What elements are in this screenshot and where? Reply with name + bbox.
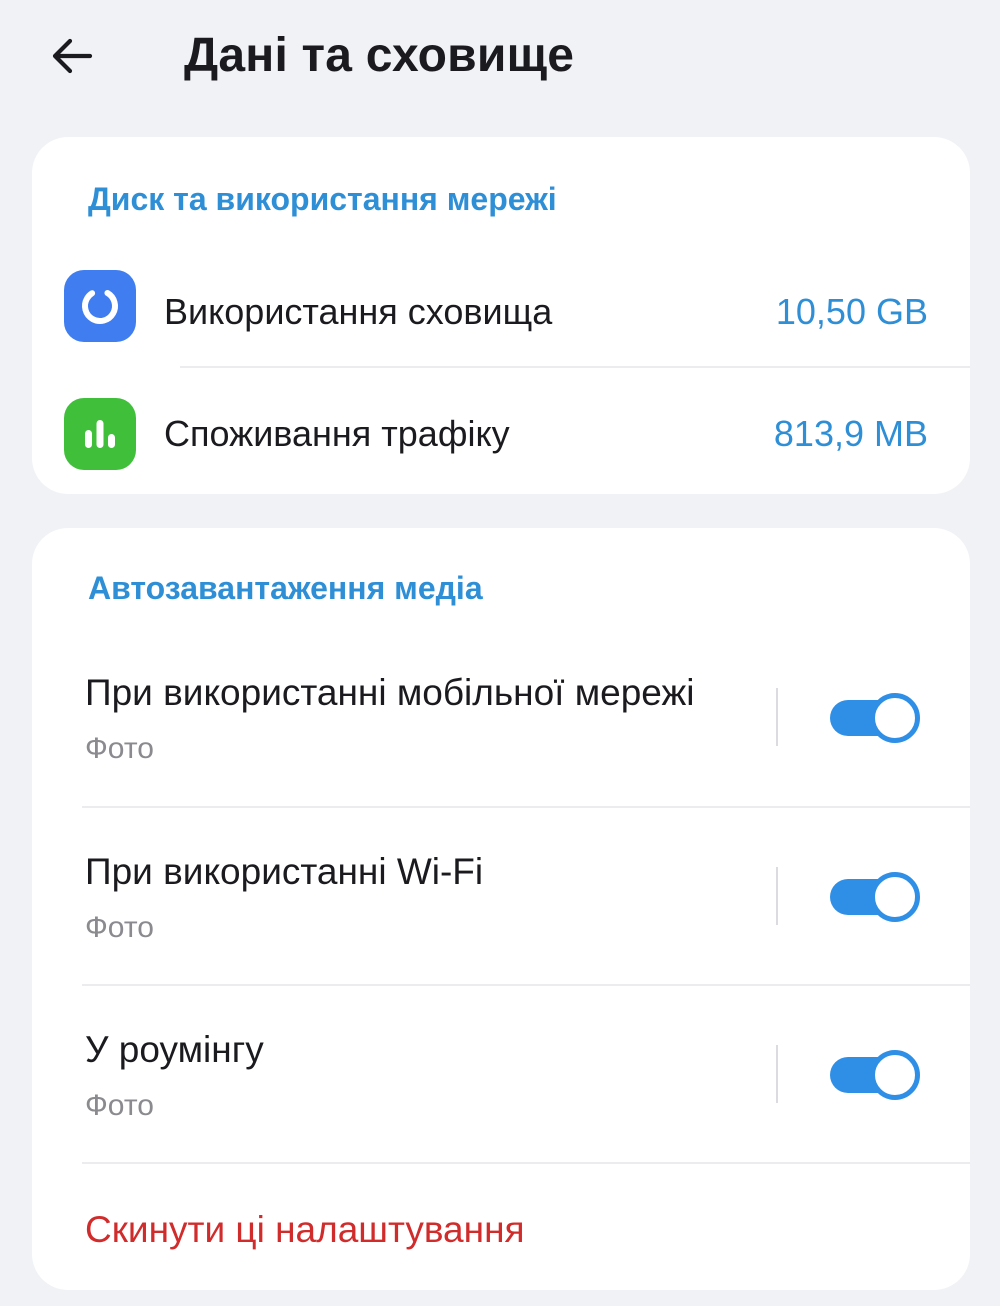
traffic-usage-row[interactable]: Споживання трафіку 813,9 MB	[32, 377, 970, 487]
vertical-separator	[776, 688, 778, 746]
storage-usage-row[interactable]: Використання сховища 10,50 GB	[32, 257, 970, 367]
arrow-back-icon	[52, 38, 93, 74]
reset-settings-button[interactable]: Скинути ці налаштування	[85, 1207, 525, 1253]
vertical-separator	[776, 1045, 778, 1103]
autodownload-roaming-switch[interactable]	[830, 1050, 920, 1100]
switch-knob	[870, 1050, 920, 1100]
autodownload-wifi-subtitle: Фото	[85, 911, 154, 944]
section-title-storage: Диск та використання мережі	[88, 181, 557, 217]
autodownload-wifi-title: При використанні Wi-Fi	[85, 851, 484, 892]
autodownload-roaming-title: У роумінгу	[85, 1029, 264, 1070]
vertical-separator	[776, 867, 778, 925]
bar-chart-icon	[64, 398, 136, 470]
storage-usage-value: 10,50 GB	[775, 291, 928, 332]
autodownload-mobile-switch[interactable]	[830, 693, 920, 743]
autodownload-mobile-subtitle: Фото	[85, 732, 154, 765]
top-app-bar: Дані та сховище	[0, 0, 1000, 120]
section-title-media: Автозавантаження медіа	[88, 570, 483, 606]
divider	[82, 1162, 970, 1164]
autodownload-roaming-subtitle: Фото	[85, 1089, 154, 1122]
switch-knob	[870, 872, 920, 922]
divider	[180, 366, 970, 368]
autodownload-wifi-switch[interactable]	[830, 872, 920, 922]
traffic-usage-label: Споживання трафіку	[164, 413, 510, 454]
storage-pie-icon	[64, 270, 136, 342]
storage-network-card: Диск та використання мережі Використання…	[32, 137, 970, 494]
autodownload-mobile-row[interactable]: При використанні мобільної мережі Фото	[32, 628, 970, 806]
autodownload-wifi-row[interactable]: При використанні Wi-Fi Фото	[32, 807, 970, 985]
traffic-usage-value: 813,9 MB	[773, 413, 928, 454]
back-button[interactable]	[40, 26, 104, 86]
autodownload-mobile-title: При використанні мобільної мережі	[85, 672, 695, 713]
switch-knob	[870, 693, 920, 743]
storage-usage-label: Використання сховища	[164, 291, 553, 332]
media-autodownload-card: Автозавантаження медіа При використанні …	[32, 528, 970, 1290]
autodownload-roaming-row[interactable]: У роумінгу Фото	[32, 985, 970, 1163]
page-title: Дані та сховище	[184, 29, 575, 82]
